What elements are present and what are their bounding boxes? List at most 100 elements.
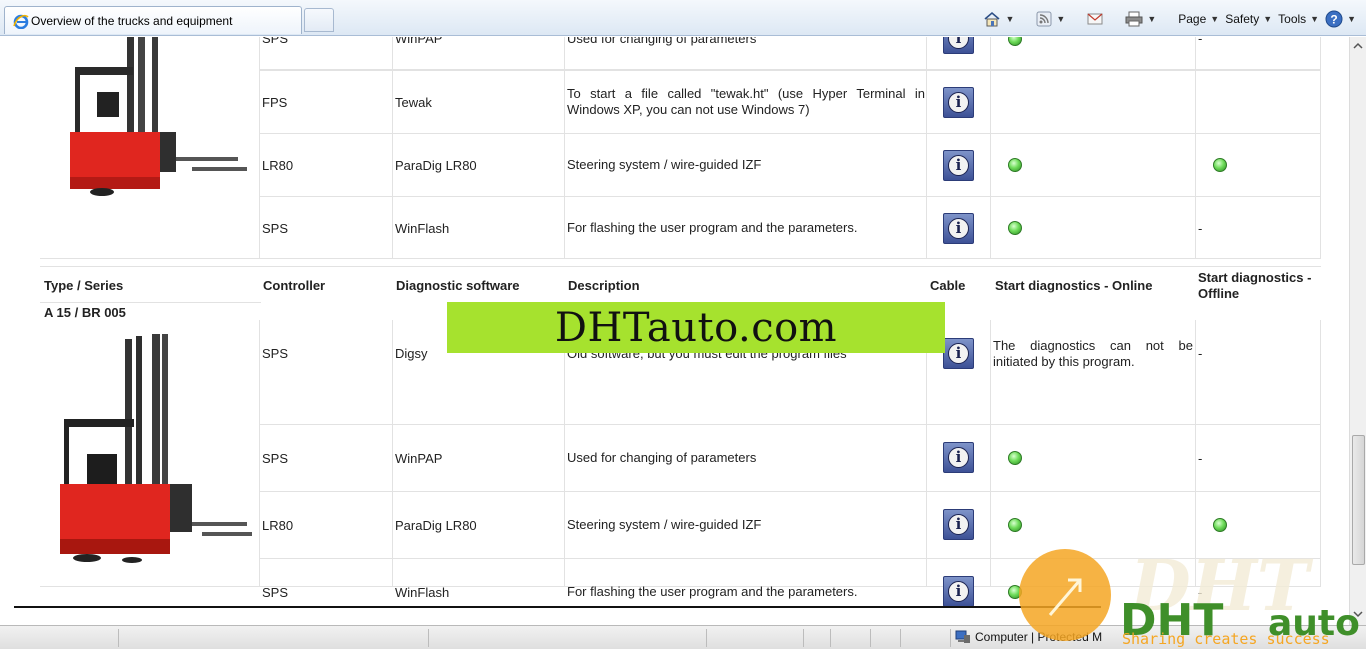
cable-info-button[interactable]: i xyxy=(943,150,974,181)
info-icon: i xyxy=(943,338,974,369)
info-icon: i xyxy=(943,87,974,118)
controller-cell: SPS xyxy=(262,346,289,361)
chevron-down-icon[interactable]: ▼ xyxy=(1147,14,1156,24)
software-cell: WinPAP xyxy=(395,37,443,46)
header-cable: Cable xyxy=(930,277,966,293)
software-cell: WinFlash xyxy=(395,584,450,600)
header-type-series: Type / Series xyxy=(44,277,124,293)
home-button[interactable]: ▼ xyxy=(983,9,1014,29)
header-description: Description xyxy=(568,277,640,293)
page-menu[interactable]: Page ▼ xyxy=(1178,9,1219,29)
online-status-dot[interactable] xyxy=(1008,451,1022,465)
safety-menu[interactable]: Safety ▼ xyxy=(1225,9,1272,29)
description-cell: Used for changing of parameters xyxy=(567,37,757,46)
chevron-down-icon[interactable]: ▼ xyxy=(1005,14,1014,24)
controller-cell: SPS xyxy=(262,37,289,46)
tools-menu-label: Tools xyxy=(1278,12,1307,26)
description-cell: Used for changing of parameters xyxy=(567,450,757,465)
computer-zone-icon xyxy=(955,630,970,643)
online-status-dot[interactable] xyxy=(1008,221,1022,235)
offline-cell: - xyxy=(1198,346,1203,361)
printer-icon xyxy=(1125,11,1143,27)
status-bar: Computer | Protected M xyxy=(0,625,1366,649)
software-cell: WinPAP xyxy=(395,450,443,466)
cable-info-button[interactable]: i xyxy=(943,37,974,54)
scrollbar-thumb[interactable] xyxy=(1352,435,1365,565)
tools-menu[interactable]: Tools ▼ xyxy=(1278,9,1319,29)
series-name: A 15 / BR 005 xyxy=(40,302,261,321)
tab-active[interactable]: Overview of the trucks and equipment xyxy=(4,6,302,34)
safety-menu-label: Safety xyxy=(1225,12,1260,26)
chevron-down-icon[interactable]: ▼ xyxy=(1056,14,1065,24)
chevron-down-icon: ▼ xyxy=(1210,14,1220,24)
reach-truck-image-1 xyxy=(42,37,257,229)
series-table: SPS Digsy Old software, but you must edi… xyxy=(40,320,1321,607)
vertical-scrollbar[interactable] xyxy=(1349,37,1366,625)
forklift-truck-image xyxy=(70,37,247,196)
home-icon xyxy=(984,11,1000,27)
tab-title: Overview of the trucks and equipment xyxy=(31,14,233,28)
new-tab-button[interactable] xyxy=(304,8,334,32)
watermark-banner: DHTauto.com xyxy=(447,302,945,353)
header-offline-line1: Start diagnostics - xyxy=(1198,270,1312,285)
security-zone-text: Computer | Protected M xyxy=(975,630,1103,644)
offline-cell: - xyxy=(1198,37,1203,46)
description-cell: Steering system / wire-guided IZF xyxy=(567,157,762,172)
help-button[interactable]: ? ▼ xyxy=(1325,9,1356,29)
ie-logo-icon xyxy=(13,14,29,29)
watermark-banner-text: DHTauto.com xyxy=(554,304,838,351)
scroll-down-icon[interactable] xyxy=(1351,607,1365,621)
controller-cell: LR80 xyxy=(262,517,294,533)
software-cell: Tewak xyxy=(395,94,432,110)
header-diagnostic-software: Diagnostic software xyxy=(396,277,520,293)
forklift-truck-image xyxy=(60,334,252,563)
cable-info-button[interactable]: i xyxy=(943,442,974,473)
feeds-button[interactable]: ▼ xyxy=(1036,9,1065,29)
online-note: The diagnostics can not be initiated by … xyxy=(993,337,1193,369)
page-menu-label: Page xyxy=(1178,12,1207,26)
scroll-up-icon[interactable] xyxy=(1351,39,1365,53)
controller-cell: SPS xyxy=(262,220,289,236)
offline-status-dot[interactable] xyxy=(1213,518,1227,532)
browser-toolbar: Overview of the trucks and equipment ▼ ▼… xyxy=(0,0,1366,36)
online-status-dot[interactable] xyxy=(1008,518,1022,532)
info-icon: i xyxy=(943,509,974,540)
software-cell: Digsy xyxy=(395,346,428,361)
offline-cell: - xyxy=(1198,220,1203,236)
mail-icon xyxy=(1087,13,1103,25)
chevron-down-icon: ▼ xyxy=(1347,14,1356,24)
header-online: Start diagnostics - Online xyxy=(995,277,1153,293)
table-header: Type / Series Controller Diagnostic soft… xyxy=(40,266,1321,302)
online-status-dot[interactable] xyxy=(1008,158,1022,172)
online-status-dot[interactable] xyxy=(1008,585,1022,599)
cable-info-button[interactable]: i xyxy=(943,87,974,118)
security-zone[interactable]: Computer | Protected M xyxy=(955,630,1102,644)
description-cell: For flashing the user program and the pa… xyxy=(567,584,858,599)
info-icon: i xyxy=(943,213,974,244)
cable-info-button[interactable]: i xyxy=(943,213,974,244)
chevron-down-icon: ▼ xyxy=(1263,14,1273,24)
software-cell: ParaDig LR80 xyxy=(395,157,477,173)
help-icon: ? xyxy=(1325,10,1343,28)
footer-divider xyxy=(14,606,1101,608)
online-status-dot[interactable] xyxy=(1008,37,1022,46)
command-bar: ▼ ▼ ▼ Page ▼ Safety ▼ Tools ▼ ? ▼ xyxy=(983,8,1366,30)
offline-cell: - xyxy=(1198,584,1203,600)
software-cell: WinFlash xyxy=(395,220,450,236)
info-icon: i xyxy=(943,150,974,181)
info-icon: i xyxy=(943,442,974,473)
cable-info-button[interactable]: i xyxy=(943,576,974,607)
svg-text:?: ? xyxy=(1330,13,1337,27)
offline-cell: - xyxy=(1198,450,1203,466)
cable-info-button[interactable]: i xyxy=(943,509,974,540)
controller-cell: SPS xyxy=(262,584,289,600)
read-mail-button[interactable] xyxy=(1087,9,1103,29)
header-offline-line2: Offline xyxy=(1198,286,1240,301)
header-controller: Controller xyxy=(263,277,326,293)
controller-cell: LR80 xyxy=(262,157,294,173)
cable-info-button[interactable]: i xyxy=(943,338,974,369)
print-button[interactable]: ▼ xyxy=(1125,9,1156,29)
header-offline: Start diagnostics - Offline xyxy=(1198,270,1322,302)
offline-status-dot[interactable] xyxy=(1213,158,1227,172)
info-icon: i xyxy=(943,37,974,54)
